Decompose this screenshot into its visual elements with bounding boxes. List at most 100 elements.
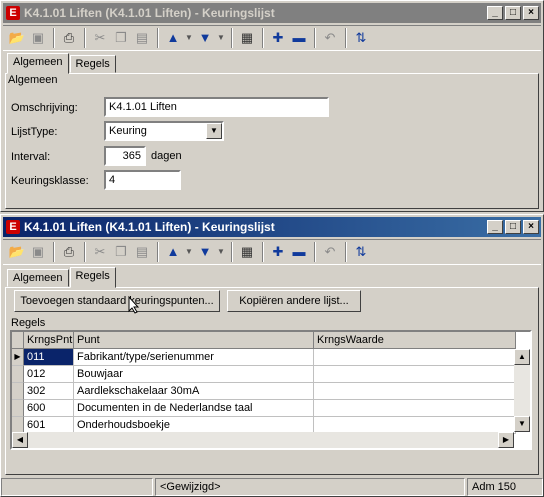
tab-algemeen[interactable]: Algemeen <box>7 269 69 287</box>
window-title: K4.1.01 Liften (K4.1.01 Liften) - Keurin… <box>24 6 275 20</box>
tab-regels[interactable]: Regels <box>69 55 116 73</box>
minimize-button[interactable]: _ <box>487 220 503 234</box>
cut-icon[interactable]: ✂ <box>90 242 110 262</box>
maximize-button[interactable]: □ <box>505 6 521 20</box>
toolbar-separator <box>345 27 347 48</box>
lijsttype-value: Keuring <box>109 125 147 137</box>
arrow-down-icon[interactable]: ▼ <box>195 28 215 48</box>
cell-krngspnt[interactable]: 302 <box>24 383 74 400</box>
arrow-up-icon[interactable]: ▲ <box>163 242 183 262</box>
table-row[interactable]: 302 Aardlekschakelaar 30mA <box>12 383 530 400</box>
toolbar-separator <box>262 27 264 48</box>
interval-unit: dagen <box>151 150 182 162</box>
refresh-icon[interactable]: ⇅ <box>351 28 371 48</box>
column-header[interactable]: KrngsWaarde <box>314 332 516 349</box>
window-algemeen: E K4.1.01 Liften (K4.1.01 Liften) - Keur… <box>0 0 544 212</box>
title-bar[interactable]: E K4.1.01 Liften (K4.1.01 Liften) - Keur… <box>3 3 541 23</box>
open-folder-icon[interactable]: 📂 <box>7 242 27 262</box>
toolbar: 📂 ▣ ⎙ ✂ ❐ ▤ ▲ ▼ ▼ ▼ ▦ ✚ ▬ ↶ ⇅ <box>3 239 541 265</box>
vertical-scrollbar[interactable]: ▲ ▼ <box>514 349 530 432</box>
copy-icon[interactable]: ❐ <box>111 28 131 48</box>
current-row-icon: ▶ <box>12 349 24 366</box>
scroll-down-icon[interactable]: ▼ <box>514 416 530 432</box>
chevron-down-icon[interactable]: ▼ <box>184 242 194 262</box>
close-button[interactable]: × <box>523 6 539 20</box>
scroll-up-icon[interactable]: ▲ <box>514 349 530 365</box>
table-row[interactable]: 012 Bouwjaar <box>12 366 530 383</box>
window-title: K4.1.01 Liften (K4.1.01 Liften) - Keurin… <box>24 220 275 234</box>
omschrijving-label: Omschrijving: <box>11 102 78 114</box>
scroll-left-icon[interactable]: ◀ <box>12 432 28 448</box>
refresh-icon[interactable]: ⇅ <box>351 242 371 262</box>
chevron-down-icon[interactable]: ▼ <box>184 28 194 48</box>
interval-field[interactable]: 365 <box>104 146 146 166</box>
omschrijving-field[interactable]: K4.1.01 Liften <box>104 97 329 117</box>
cut-icon[interactable]: ✂ <box>90 28 110 48</box>
cell-waarde[interactable] <box>314 383 516 400</box>
print-icon[interactable]: ⎙ <box>59 242 79 262</box>
chevron-down-icon[interactable]: ▼ <box>206 123 222 139</box>
toolbar-separator <box>345 241 347 262</box>
print-icon[interactable]: ⎙ <box>59 28 79 48</box>
minus-icon[interactable]: ▬ <box>289 28 309 48</box>
lijsttype-select[interactable]: Keuring ▼ <box>104 121 224 141</box>
copy-other-list-button[interactable]: Kopiëren andere lijst... <box>227 290 361 312</box>
tab-algemeen[interactable]: Algemeen <box>7 53 69 74</box>
cell-punt[interactable]: Aardlekschakelaar 30mA <box>74 383 314 400</box>
table-row[interactable]: 600 Documenten in de Nederlandse taal <box>12 400 530 417</box>
cell-punt[interactable]: Fabrikant/type/serienummer <box>74 349 314 366</box>
table-row[interactable]: ▶ 011 Fabrikant/type/serienummer <box>12 349 530 366</box>
cell-krngspnt[interactable]: 600 <box>24 400 74 417</box>
tab-regels[interactable]: Regels <box>69 267 116 288</box>
column-header[interactable]: KrngsPnt <box>24 332 74 349</box>
cell-punt[interactable]: Documenten in de Nederlandse taal <box>74 400 314 417</box>
layout-icon[interactable]: ▦ <box>237 242 257 262</box>
horizontal-scrollbar[interactable]: ◀ ▶ <box>12 432 514 448</box>
cell-krngspnt[interactable]: 012 <box>24 366 74 383</box>
status-user: Adm 150 <box>467 478 543 496</box>
grid-header: KrngsPnt Punt KrngsWaarde <box>12 332 530 349</box>
save-icon[interactable]: ▣ <box>28 28 48 48</box>
title-bar[interactable]: E K4.1.01 Liften (K4.1.01 Liften) - Keur… <box>3 217 541 237</box>
open-folder-icon[interactable]: 📂 <box>7 28 27 48</box>
undo-icon[interactable]: ↶ <box>320 28 340 48</box>
cell-waarde[interactable] <box>314 400 516 417</box>
cell-punt[interactable]: Bouwjaar <box>74 366 314 383</box>
minimize-button[interactable]: _ <box>487 6 503 20</box>
plus-icon[interactable]: ✚ <box>268 28 288 48</box>
paste-icon[interactable]: ▤ <box>132 242 152 262</box>
save-icon[interactable]: ▣ <box>28 242 48 262</box>
column-header[interactable]: Punt <box>74 332 314 349</box>
paste-icon[interactable]: ▤ <box>132 28 152 48</box>
cell-krngspnt[interactable]: 011 <box>24 349 74 366</box>
maximize-button[interactable]: □ <box>505 220 521 234</box>
row-indicator <box>12 383 24 400</box>
minus-icon[interactable]: ▬ <box>289 242 309 262</box>
regels-grid[interactable]: KrngsPnt Punt KrngsWaarde ▶ 011 Fabrikan… <box>10 330 532 450</box>
cell-waarde[interactable] <box>314 349 516 366</box>
plus-icon[interactable]: ✚ <box>268 242 288 262</box>
close-button[interactable]: × <box>523 220 539 234</box>
row-indicator <box>12 366 24 383</box>
interval-label: Interval: <box>11 151 51 163</box>
group-label: Regels <box>11 317 46 329</box>
toolbar-separator <box>231 27 233 48</box>
toolbar-separator <box>157 241 159 262</box>
toolbar: 📂 ▣ ⎙ ✂ ❐ ▤ ▲ ▼ ▼ ▼ ▦ ✚ ▬ ↶ ⇅ <box>3 25 541 51</box>
scroll-right-icon[interactable]: ▶ <box>498 432 514 448</box>
toolbar-separator <box>314 27 316 48</box>
copy-icon[interactable]: ❐ <box>111 242 131 262</box>
arrow-up-icon[interactable]: ▲ <box>163 28 183 48</box>
undo-icon[interactable]: ↶ <box>320 242 340 262</box>
layout-icon[interactable]: ▦ <box>237 28 257 48</box>
toolbar-separator <box>53 241 55 262</box>
tab-panel <box>5 73 539 209</box>
add-standard-points-button[interactable]: Toevoegen standaard keuringspunten... <box>14 290 220 312</box>
cell-waarde[interactable] <box>314 366 516 383</box>
chevron-down-icon[interactable]: ▼ <box>216 28 226 48</box>
chevron-down-icon[interactable]: ▼ <box>216 242 226 262</box>
arrow-down-icon[interactable]: ▼ <box>195 242 215 262</box>
toolbar-separator <box>84 241 86 262</box>
group-label: Algemeen <box>8 74 58 86</box>
keuringsklasse-field[interactable]: 4 <box>104 170 181 190</box>
